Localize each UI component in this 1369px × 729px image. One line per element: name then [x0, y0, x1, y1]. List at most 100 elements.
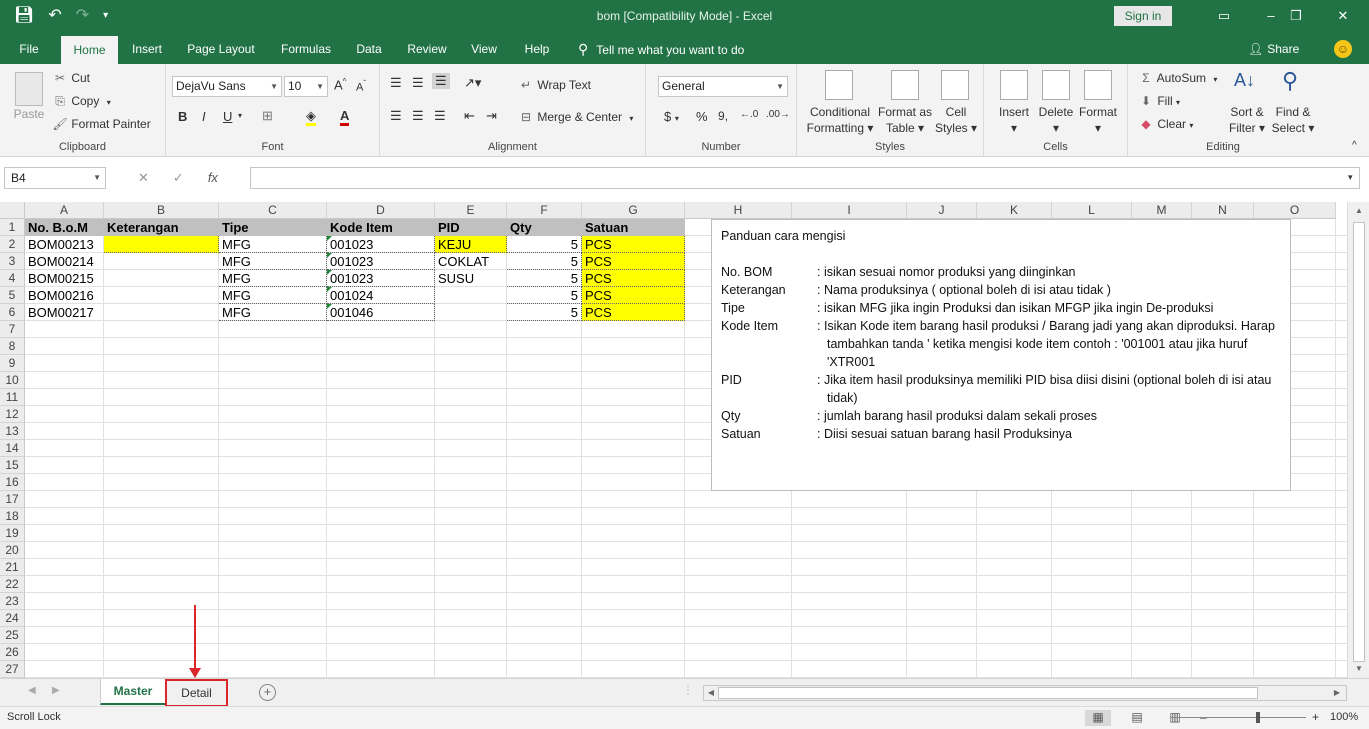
enter-icon[interactable]: ✓	[173, 170, 184, 185]
row-header-9[interactable]: 9	[0, 355, 25, 372]
bom-cell[interactable]: BOM00216	[25, 287, 104, 304]
column-header-b[interactable]: B	[104, 202, 219, 219]
insert-cells-button[interactable]: Insert ▾	[992, 104, 1036, 136]
tab-review[interactable]: Review	[402, 34, 452, 64]
row-header-24[interactable]: 24	[0, 610, 25, 627]
paste-button[interactable]: Paste	[8, 106, 50, 122]
decrease-decimal-icon[interactable]: .00→	[766, 109, 790, 120]
row-header-10[interactable]: 10	[0, 372, 25, 389]
format-as-table-button[interactable]: Format as Table ▾	[875, 104, 935, 136]
satuan-cell[interactable]: PCS	[582, 270, 685, 287]
tab-view[interactable]: View	[465, 34, 503, 64]
zoom-in-icon[interactable]: +	[1312, 710, 1319, 724]
zoom-level[interactable]: 100%	[1330, 711, 1358, 723]
row-header-2[interactable]: 2	[0, 236, 25, 253]
tab-file[interactable]: File	[10, 34, 48, 64]
row-header-3[interactable]: 3	[0, 253, 25, 270]
tab-page-layout[interactable]: Page Layout	[182, 34, 260, 64]
satuan-cell[interactable]: PCS	[582, 236, 685, 253]
increase-indent-icon[interactable]: ⇥	[486, 108, 497, 124]
copy-button[interactable]: ⎘ Copy ▾	[52, 94, 111, 109]
pid-cell[interactable]: KEJU	[435, 236, 507, 253]
vertical-scroll-thumb[interactable]	[1353, 222, 1365, 662]
restore-icon[interactable]: ❐	[1273, 6, 1319, 26]
clear-button[interactable]: ◆ Clear ▾	[1138, 117, 1193, 131]
page-break-view-icon[interactable]: ▥	[1162, 710, 1188, 726]
font-color-icon[interactable]: A	[340, 108, 350, 126]
name-box[interactable]: B4 ▼	[4, 167, 106, 189]
column-header-i[interactable]: I	[792, 202, 907, 219]
column-header-k[interactable]: K	[977, 202, 1052, 219]
error-indicator-icon[interactable]	[327, 287, 332, 292]
kode-item-cell[interactable]: 001046	[327, 304, 435, 321]
font-name-select[interactable]: DejaVu Sans ▼	[172, 76, 282, 97]
error-indicator-icon[interactable]	[327, 304, 332, 309]
tipe-cell[interactable]: MFG	[219, 304, 327, 321]
pid-cell[interactable]: SUSU	[435, 270, 507, 287]
qty-cell[interactable]: 5	[507, 287, 582, 304]
qty-header[interactable]: Qty	[507, 219, 582, 236]
scroll-down-icon[interactable]: ▼	[1348, 664, 1369, 673]
orientation-icon[interactable]: ↗▾	[464, 75, 481, 91]
kode-item-cell[interactable]: 001023	[327, 236, 435, 253]
satuan-cell[interactable]: PCS	[582, 287, 685, 304]
sheet-tab-detail[interactable]: Detail	[165, 679, 228, 707]
row-header-15[interactable]: 15	[0, 457, 25, 474]
sort-filter-button[interactable]: Sort & Filter ▾	[1224, 104, 1270, 136]
pid-cell[interactable]	[435, 287, 507, 304]
kode-item-cell[interactable]: 001023	[327, 253, 435, 270]
bom-cell[interactable]: BOM00214	[25, 253, 104, 270]
column-header-l[interactable]: L	[1052, 202, 1132, 219]
kode-item-header[interactable]: Kode Item	[327, 219, 435, 236]
error-indicator-icon[interactable]	[327, 270, 332, 275]
keterangan-cell[interactable]	[104, 253, 219, 270]
tipe-cell[interactable]: MFG	[219, 287, 327, 304]
column-header-e[interactable]: E	[435, 202, 507, 219]
error-indicator-icon[interactable]	[327, 253, 332, 258]
column-header-c[interactable]: C	[219, 202, 327, 219]
row-header-4[interactable]: 4	[0, 270, 25, 287]
column-header-m[interactable]: M	[1132, 202, 1192, 219]
row-header-7[interactable]: 7	[0, 321, 25, 338]
italic-button[interactable]: I	[202, 109, 206, 124]
delete-cells-button[interactable]: Delete ▾	[1034, 104, 1078, 136]
tab-split-handle-icon[interactable]: ⋮	[683, 685, 693, 696]
bom-cell[interactable]: BOM00213	[25, 236, 104, 253]
column-header-n[interactable]: N	[1192, 202, 1254, 219]
collapse-ribbon-icon[interactable]: ^	[1352, 140, 1357, 151]
column-header-a[interactable]: A	[25, 202, 104, 219]
autosum-button[interactable]: Σ AutoSum ▾	[1138, 71, 1217, 85]
zoom-slider-track[interactable]	[1170, 717, 1306, 718]
horizontal-scrollbar[interactable]: ◀ ▶	[703, 685, 1347, 701]
grow-font-icon[interactable]: A^	[334, 77, 346, 92]
tell-me-search[interactable]: ⚲ Tell me what you want to do	[578, 34, 744, 65]
keterangan-cell[interactable]	[104, 287, 219, 304]
expand-formula-bar-icon[interactable]: ▾	[1348, 172, 1353, 183]
tab-home[interactable]: Home	[61, 36, 118, 64]
row-header-25[interactable]: 25	[0, 627, 25, 644]
scroll-right-icon[interactable]: ▶	[1326, 688, 1348, 697]
borders-icon[interactable]: ⊞	[262, 108, 273, 124]
row-header-23[interactable]: 23	[0, 593, 25, 610]
fill-button[interactable]: ⬇ Fill ▾	[1138, 94, 1180, 108]
column-header-g[interactable]: G	[582, 202, 685, 219]
row-header-18[interactable]: 18	[0, 508, 25, 525]
close-icon[interactable]: ✕	[1320, 6, 1366, 26]
next-sheet-icon[interactable]: ▶	[52, 685, 60, 696]
row-header-27[interactable]: 27	[0, 661, 25, 678]
row-header-5[interactable]: 5	[0, 287, 25, 304]
cancel-icon[interactable]: ✕	[138, 170, 149, 185]
select-all-corner[interactable]	[0, 202, 25, 219]
pid-header[interactable]: PID	[435, 219, 507, 236]
qty-cell[interactable]: 5	[507, 236, 582, 253]
kode-item-cell[interactable]: 001024	[327, 287, 435, 304]
bom-cell[interactable]: BOM00215	[25, 270, 104, 287]
column-header-o[interactable]: O	[1254, 202, 1336, 219]
row-header-22[interactable]: 22	[0, 576, 25, 593]
sheet-tab-master[interactable]: Master	[100, 679, 166, 705]
satuan-cell[interactable]: PCS	[582, 304, 685, 321]
error-indicator-icon[interactable]	[327, 236, 332, 241]
normal-view-icon[interactable]: ▦	[1085, 710, 1111, 726]
paste-icon[interactable]	[15, 72, 43, 106]
row-header-1[interactable]: 1	[0, 219, 25, 236]
